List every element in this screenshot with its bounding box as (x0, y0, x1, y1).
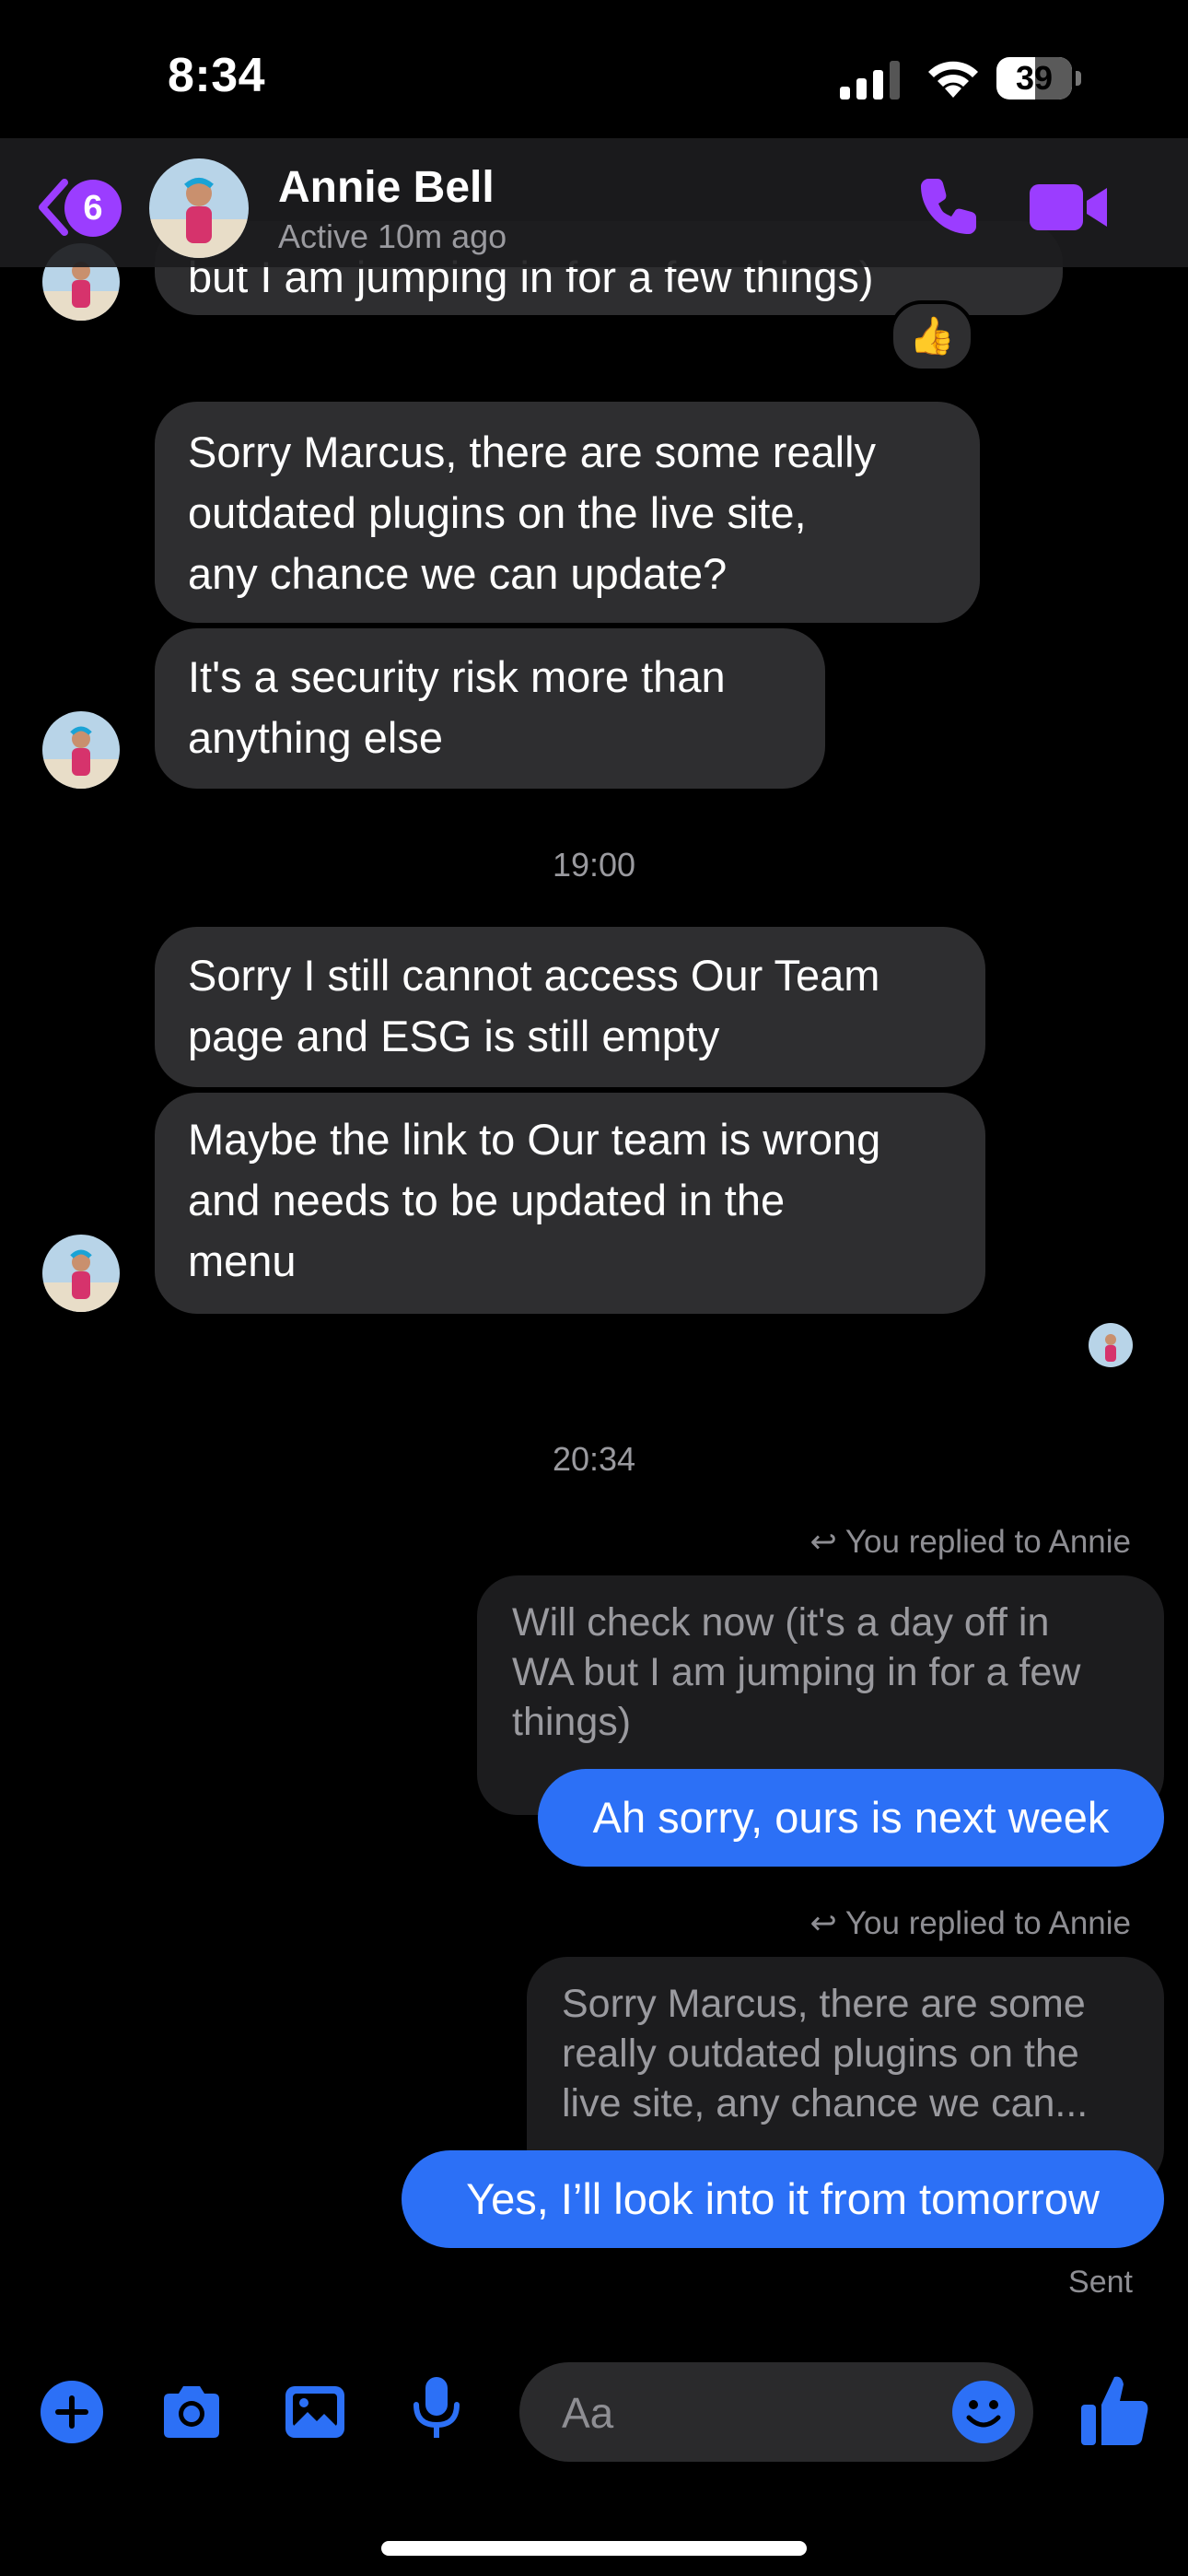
unread-badge[interactable]: 6 (64, 180, 122, 237)
reaction-badge[interactable]: 👍 (890, 300, 974, 372)
message-input-placeholder: Aa (562, 2389, 614, 2437)
reply-note: ↩︎ You replied to Annie (645, 1524, 1132, 1561)
battery-level: 39 (1015, 59, 1054, 97)
contact-name[interactable]: Annie Bell (278, 162, 495, 213)
message-bubble[interactable]: Sorry I still cannot access Our Team pag… (155, 927, 985, 1087)
message-bubble[interactable]: Sorry Marcus, there are some really outd… (155, 402, 980, 623)
message-line: Maybe the link to Our team is wrong (188, 1115, 881, 1164)
reply-note: ↩︎ You replied to Annie (645, 1905, 1132, 1942)
quoted-line: Sorry Marcus, there are some (562, 1982, 1086, 2026)
cellular-signal-icon (840, 61, 900, 100)
outgoing-message[interactable]: Ah sorry, ours is next week (538, 1769, 1164, 1867)
message-line: menu (188, 1236, 297, 1285)
read-receipt-avatar (1089, 1323, 1133, 1367)
message-bubble[interactable]: It's a security risk more than anything … (155, 628, 825, 789)
phone-icon[interactable] (915, 173, 982, 240)
sent-status: Sent (1068, 2265, 1133, 2300)
message-line: any chance we can update? (188, 549, 728, 598)
thumbs-up-reaction-icon: 👍 (909, 316, 955, 357)
quoted-line: live site, any chance we can... (562, 2081, 1089, 2125)
time-divider: 19:00 (552, 846, 636, 884)
thumbs-up-icon[interactable] (1079, 2371, 1151, 2449)
camera-icon[interactable] (158, 2379, 225, 2445)
reply-note-text: You replied to Annie (844, 1905, 1131, 1941)
message-line: It's a security risk more than (188, 652, 726, 701)
message-line: outdated plugins on the live site, (188, 488, 807, 537)
outgoing-message[interactable]: Yes, I’ll look into it from tomorrow (402, 2150, 1164, 2248)
quoted-line: really outdated plugins on the (562, 2032, 1079, 2076)
reply-arrow-icon: ↩︎ (809, 1905, 837, 1941)
home-indicator (381, 2541, 807, 2556)
message-line: and needs to be updated in the (188, 1176, 786, 1224)
contact-avatar[interactable] (42, 1235, 120, 1312)
message-line: anything else (188, 713, 443, 762)
gallery-icon[interactable] (282, 2379, 348, 2445)
video-icon[interactable] (1030, 181, 1109, 234)
message-line: Sorry Marcus, there are some really (188, 427, 877, 476)
quoted-line: Will check now (it's a day off in (512, 1600, 1050, 1645)
contact-avatar[interactable] (42, 711, 120, 789)
emoji-icon[interactable] (950, 2379, 1017, 2445)
quoted-line: WA but I am jumping in for a few (512, 1650, 1081, 1694)
reply-note-text: You replied to Annie (844, 1524, 1131, 1560)
wifi-icon (928, 61, 978, 98)
contact-active-status: Active 10m ago (278, 217, 507, 255)
contact-avatar-large[interactable] (149, 158, 249, 258)
microphone-icon[interactable] (403, 2375, 470, 2441)
message-line: page and ESG is still empty (188, 1012, 720, 1060)
status-time: 8:34 (168, 49, 266, 102)
battery-icon: 39 (996, 57, 1083, 101)
quoted-line: things) (512, 1700, 632, 1744)
plus-icon[interactable] (39, 2379, 105, 2445)
time-divider: 20:34 (552, 1440, 636, 1478)
message-bubble[interactable]: Maybe the link to Our team is wrong and … (155, 1093, 985, 1314)
message-line: Sorry I still cannot access Our Team (188, 951, 880, 1000)
reply-arrow-icon: ↩︎ (809, 1524, 837, 1560)
